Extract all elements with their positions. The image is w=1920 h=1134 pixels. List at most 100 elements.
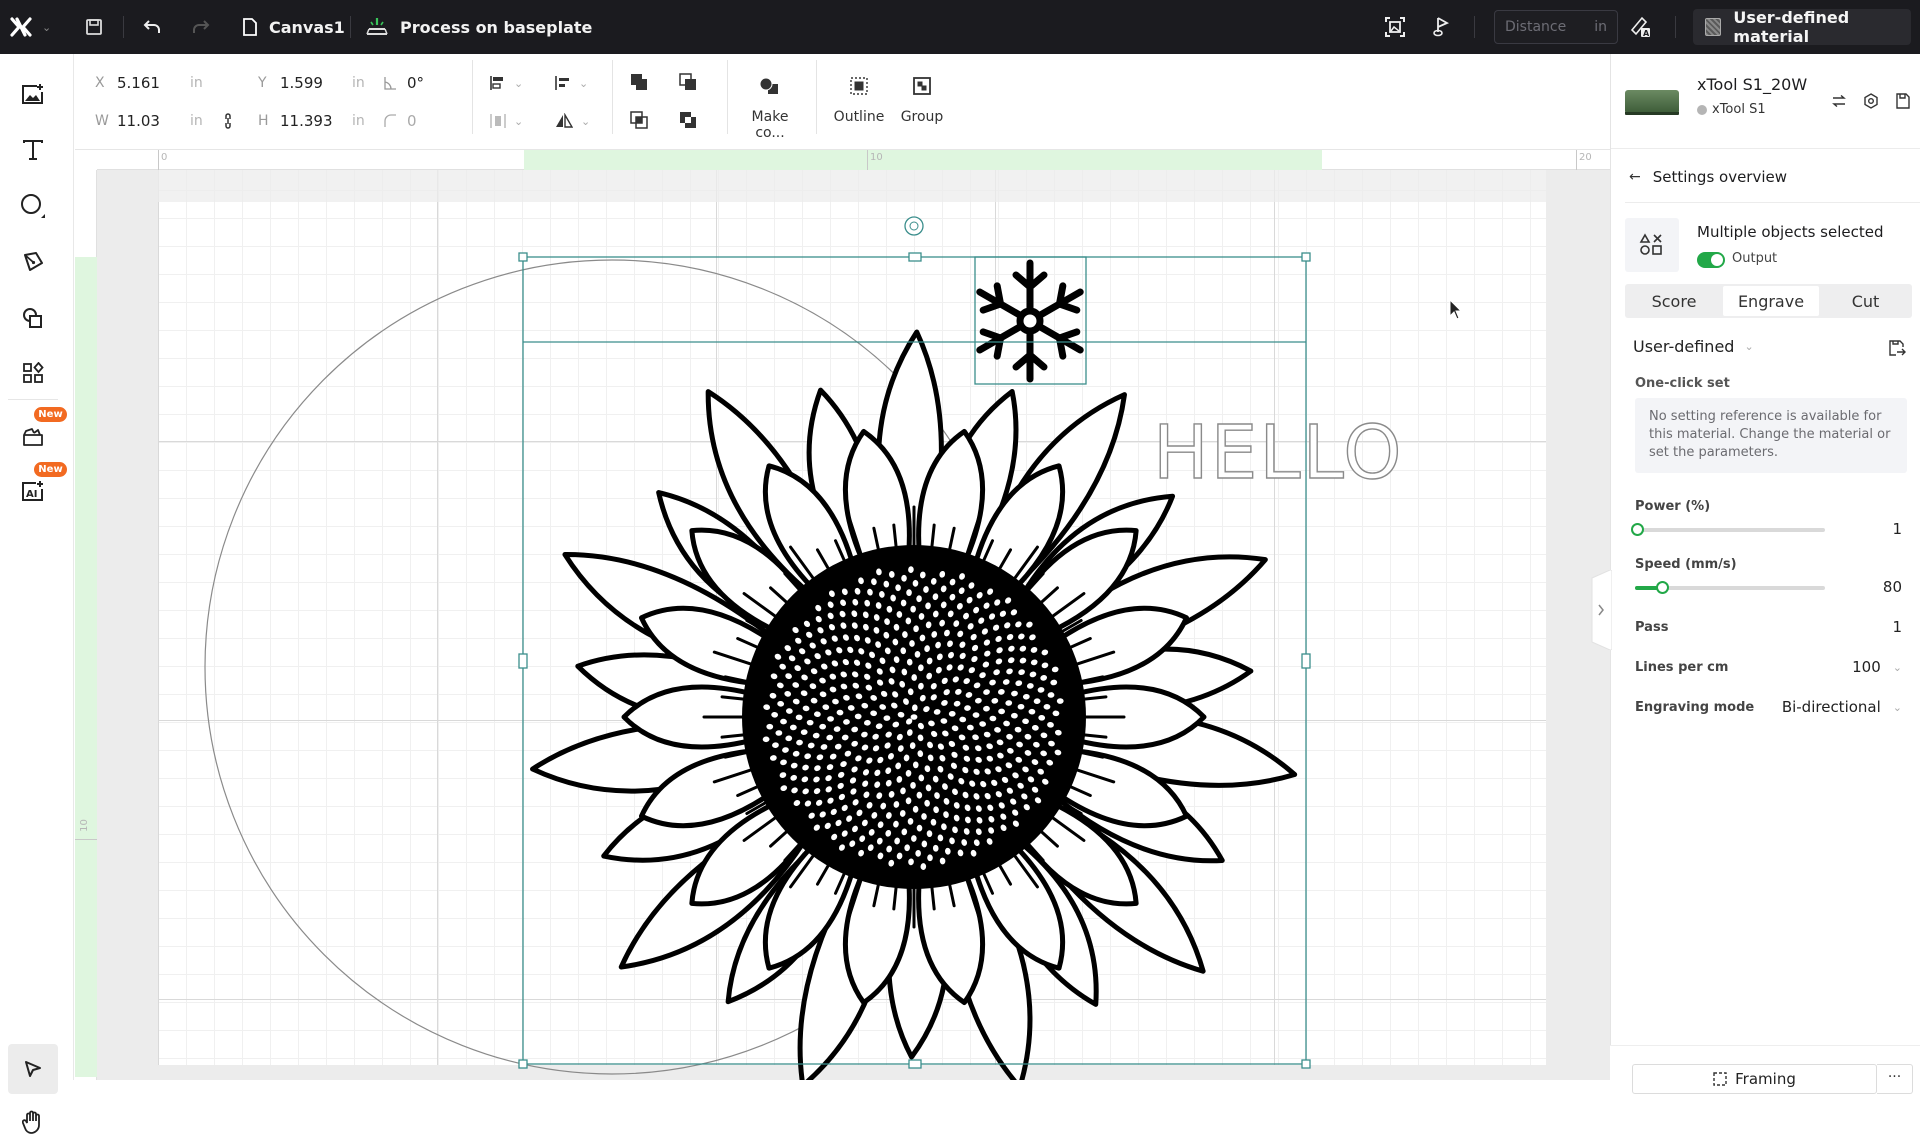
x-field[interactable]: X 5.161 — [95, 73, 160, 93]
output-toggle[interactable] — [1697, 252, 1725, 268]
save-to-device-button[interactable] — [1893, 91, 1913, 111]
handle-bottom-right[interactable] — [1301, 1059, 1311, 1069]
panel-collapse-handle[interactable] — [1590, 570, 1612, 650]
power-value[interactable]: 1 — [1892, 520, 1902, 538]
undo-button[interactable] — [142, 0, 162, 54]
handle-top[interactable] — [908, 252, 922, 262]
group-icon-wrap[interactable] — [913, 76, 931, 96]
y-value: 1.599 — [280, 74, 323, 92]
selection-range-highlight — [524, 150, 1322, 170]
handle-top-left[interactable] — [518, 252, 528, 262]
exclude-button[interactable] — [679, 110, 697, 130]
sunflower-seed — [916, 824, 923, 832]
app-menu-button[interactable]: ⌄ — [10, 0, 51, 54]
add-image-tool[interactable] — [17, 78, 49, 110]
machine-settings-button[interactable] — [1861, 91, 1881, 111]
material-selector[interactable]: User-defined material — [1693, 8, 1911, 46]
handle-right[interactable] — [1301, 653, 1311, 669]
pen-tool[interactable] — [17, 246, 49, 278]
select-tool[interactable] — [8, 1044, 58, 1094]
process-mode-button[interactable]: Process on baseplate — [366, 0, 592, 54]
make-compound-button[interactable]: Make co... — [735, 109, 805, 141]
compound-path-icon — [759, 77, 778, 94]
h-field[interactable]: H 11.393 — [258, 111, 333, 131]
handle-top-right[interactable] — [1301, 252, 1311, 262]
rotate-icon[interactable] — [904, 216, 924, 236]
divider — [1675, 16, 1676, 38]
distance-input[interactable]: Distance in — [1494, 10, 1618, 44]
hello-text-object[interactable]: HELLO — [1152, 409, 1403, 496]
camera-capture-button[interactable] — [1385, 0, 1405, 54]
tab-score[interactable]: Score — [1627, 286, 1721, 316]
flag-pin-icon — [1433, 17, 1450, 37]
material-label: User-defined material — [1733, 8, 1850, 46]
distribute-dropdown[interactable]: ⌄ — [555, 73, 588, 93]
save-button[interactable] — [85, 0, 103, 54]
preset-dropdown[interactable]: User-defined ⌄ — [1633, 337, 1754, 356]
handle-bottom[interactable] — [908, 1059, 922, 1069]
union-button[interactable] — [630, 72, 648, 92]
subtract-button[interactable] — [679, 72, 697, 92]
make-compound-icon-wrap[interactable] — [759, 76, 779, 96]
intersect-button[interactable] — [630, 110, 648, 130]
align-dropdown[interactable]: ⌄ — [490, 73, 523, 93]
engraving-mode-dropdown[interactable]: Bi-directional ⌄ — [1782, 698, 1902, 716]
connection-status-dot — [1697, 104, 1707, 115]
speed-slider[interactable] — [1635, 581, 1825, 594]
text-tool[interactable] — [17, 134, 49, 166]
power-slider[interactable] — [1630, 523, 1825, 536]
more-options-button[interactable]: ... — [1877, 1064, 1913, 1094]
ruler-major-tick — [158, 150, 159, 170]
right-panel: xTool S1_20W xTool S1 ← Settings overvie… — [1610, 54, 1920, 1080]
projects-tool[interactable] — [17, 421, 49, 453]
export-icon — [1889, 340, 1906, 356]
shapes-multi-icon — [1639, 233, 1662, 255]
rotation-field[interactable]: 0° — [383, 73, 424, 93]
tab-engrave[interactable]: Engrave — [1723, 286, 1819, 316]
handle-left[interactable] — [518, 653, 528, 669]
outline-button[interactable]: Outline — [829, 109, 889, 125]
handle-bottom-left[interactable] — [518, 1059, 528, 1069]
y-unit: in — [352, 75, 365, 91]
lock-ratio-button[interactable] — [223, 111, 233, 131]
corner-radius-field[interactable]: 0 — [383, 111, 417, 131]
flip-dropdown[interactable]: ⌄ — [555, 111, 590, 131]
ai-tool[interactable]: AI — [17, 475, 49, 507]
circle-icon — [21, 194, 45, 218]
shapes-tool[interactable] — [17, 302, 49, 334]
new-badge: New — [34, 407, 67, 422]
w-field[interactable]: W 11.03 — [95, 111, 160, 131]
auto-measure-button[interactable]: A — [1630, 0, 1652, 54]
export-preset-button[interactable] — [1887, 338, 1907, 358]
chevron-down-icon: ⌄ — [42, 20, 52, 34]
speed-slider-knob[interactable] — [1655, 581, 1669, 594]
framing-button[interactable]: Framing — [1632, 1064, 1877, 1094]
intersect-icon — [630, 111, 648, 129]
elements-icon — [23, 362, 44, 383]
lines-per-cm-dropdown[interactable]: 100 ⌄ — [1852, 658, 1902, 676]
ruler-label: 10 — [78, 819, 90, 832]
svg-text:A: A — [1643, 29, 1650, 38]
divider — [350, 16, 351, 38]
arrange-dropdown[interactable]: ⌄ — [490, 111, 523, 131]
shape-tool[interactable] — [17, 190, 49, 222]
pass-label: Pass — [1635, 620, 1669, 635]
ruler-auto-icon: A — [1630, 16, 1650, 38]
outline-icon-wrap[interactable] — [850, 76, 868, 96]
position-marker-button[interactable] — [1432, 0, 1450, 54]
power-slider-knob[interactable] — [1630, 523, 1644, 536]
y-field[interactable]: Y 1.599 — [258, 73, 323, 93]
align-left-icon — [555, 76, 569, 90]
redo-button[interactable] — [191, 0, 211, 54]
multiple-objects-icon — [1625, 218, 1679, 272]
pass-value[interactable]: 1 — [1892, 618, 1902, 636]
document-name[interactable]: Canvas1 — [243, 0, 345, 54]
tab-cut[interactable]: Cut — [1821, 286, 1910, 316]
group-button[interactable]: Group — [892, 109, 952, 125]
hand-tool[interactable] — [17, 1109, 49, 1134]
rotate-handle[interactable] — [904, 216, 924, 236]
elements-tool[interactable] — [17, 357, 49, 389]
back-to-settings-overview[interactable]: ← Settings overview — [1629, 168, 1787, 186]
switch-machine-button[interactable] — [1829, 91, 1849, 111]
speed-value[interactable]: 80 — [1883, 578, 1902, 596]
